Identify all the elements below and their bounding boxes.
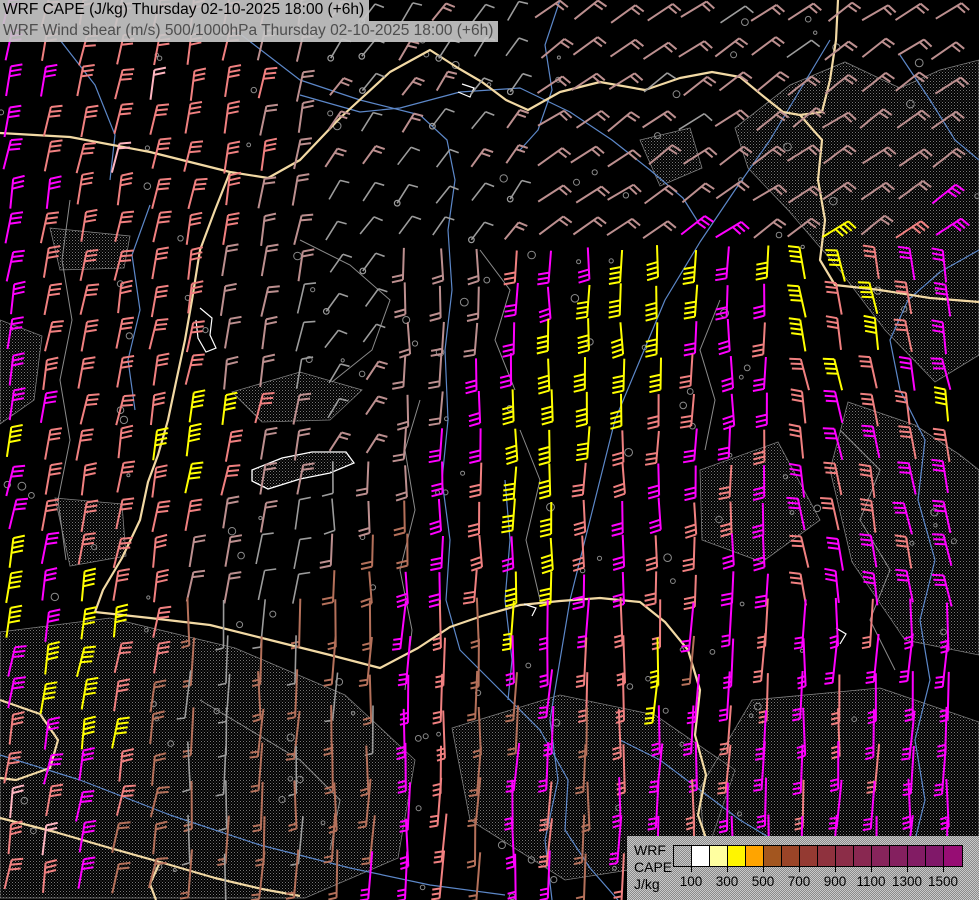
legend-tick-label: 700 bbox=[787, 874, 811, 889]
legend-cell bbox=[728, 846, 746, 866]
legend-color-scale bbox=[673, 845, 963, 867]
legend-cell bbox=[926, 846, 944, 866]
legend-tick-label: 900 bbox=[823, 874, 847, 889]
legend-cell bbox=[782, 846, 800, 866]
legend-tick-label: 1100 bbox=[856, 874, 886, 889]
legend-cell bbox=[746, 846, 764, 866]
cape-legend: WRF CAPE J/kg 100 300 500 700 900 1100 1300 150… bbox=[627, 836, 979, 900]
legend-cell bbox=[692, 846, 710, 866]
legend-cell bbox=[818, 846, 836, 866]
legend-tick bbox=[871, 865, 872, 872]
legend-tick-label: 1500 bbox=[927, 874, 959, 889]
legend-tick bbox=[763, 865, 764, 872]
legend-cell bbox=[764, 846, 782, 866]
legend-title: WRF CAPE J/kg bbox=[634, 842, 672, 893]
legend-cell bbox=[944, 846, 962, 866]
title-line-windshear: WRF Wind shear (m/s) 500/1000hPa Thursda… bbox=[0, 21, 499, 42]
legend-tick bbox=[943, 865, 944, 872]
legend-tick bbox=[691, 865, 692, 872]
legend-tick-label: 500 bbox=[751, 874, 775, 889]
legend-cell bbox=[674, 846, 692, 866]
legend-tick bbox=[799, 865, 800, 872]
legend-tick-label: 1300 bbox=[891, 874, 923, 889]
weather-map-app: WRF CAPE (J/kg) Thursday 02-10-2025 18:0… bbox=[0, 0, 979, 900]
legend-tick-label: 100 bbox=[679, 874, 703, 889]
legend-cell bbox=[800, 846, 818, 866]
legend-tick bbox=[907, 865, 908, 872]
legend-cell bbox=[872, 846, 890, 866]
legend-cell bbox=[710, 846, 728, 866]
legend-tick bbox=[835, 865, 836, 872]
legend-title-variable: CAPE bbox=[634, 859, 673, 875]
legend-cell bbox=[908, 846, 926, 866]
map-canvas bbox=[0, 0, 979, 900]
legend-cell bbox=[854, 846, 872, 866]
title-line-cape: WRF CAPE (J/kg) Thursday 02-10-2025 18:0… bbox=[0, 0, 370, 21]
legend-tick-label: 300 bbox=[715, 874, 739, 889]
legend-cell bbox=[836, 846, 854, 866]
map-title-block: WRF CAPE (J/kg) Thursday 02-10-2025 18:0… bbox=[0, 0, 499, 42]
legend-title-units: J/kg bbox=[634, 876, 660, 892]
legend-title-model: WRF bbox=[634, 842, 666, 858]
legend-cell bbox=[890, 846, 908, 866]
legend-tick bbox=[727, 865, 728, 872]
